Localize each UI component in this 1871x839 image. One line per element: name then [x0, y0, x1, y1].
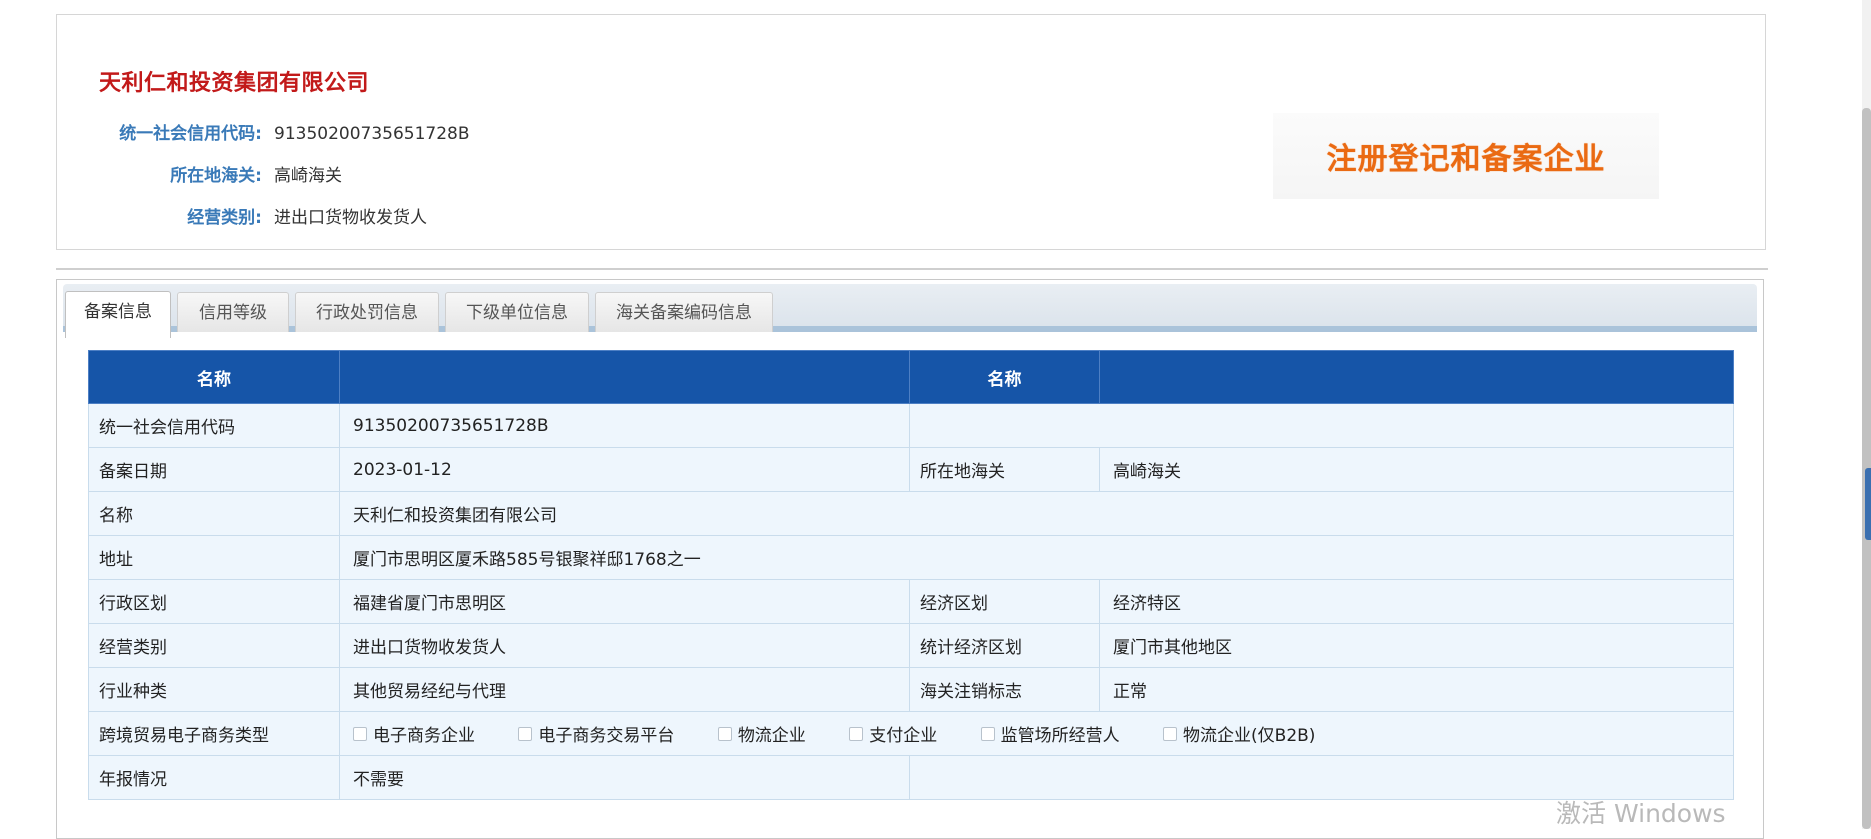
- supervised-site-operator-checkbox[interactable]: [980, 726, 995, 741]
- header-name-2: 名称: [909, 350, 1100, 404]
- table-row: 行政区划 福建省厦门市思明区 经济区划 经济特区: [88, 579, 1734, 624]
- windows-activation-watermark: 激活 Windows: [1556, 799, 1726, 828]
- info-label-credit-code: 统一社会信用代码:: [119, 124, 262, 144]
- info-row-business-type: 经营类别: 进出口货物收发货人: [57, 205, 427, 231]
- checkbox-label: 电子商务交易平台: [538, 726, 675, 746]
- row-value-credit-code: 91350200735651728B: [339, 403, 910, 448]
- row-label-industry: 行业种类: [88, 667, 340, 712]
- table-row: 备案日期 2023-01-12 所在地海关 高崎海关: [88, 447, 1734, 492]
- info-value-business-type: 进出口货物收发货人: [274, 208, 427, 228]
- row-label-name: 名称: [88, 491, 340, 536]
- ecommerce-option: 物流企业: [717, 721, 806, 746]
- tab-administrative-penalty[interactable]: 行政处罚信息: [295, 292, 439, 332]
- tab-subordinate-units[interactable]: 下级单位信息: [445, 292, 589, 332]
- ecommerce-option: 支付企业: [849, 721, 937, 746]
- row-label-address: 地址: [88, 535, 340, 580]
- table-row: 跨境贸易电子商务类型 电子商务企业 电子商务交易平台 物流企业 支付企业 监管场…: [88, 711, 1734, 756]
- section-divider: [56, 268, 1768, 270]
- row-label-credit-code: 统一社会信用代码: [88, 403, 340, 448]
- table-row: 行业种类 其他贸易经纪与代理 海关注销标志 正常: [88, 667, 1734, 712]
- header-name-1: 名称: [88, 350, 340, 404]
- row-label-statistical-region: 统计经济区划: [909, 623, 1100, 668]
- table-header-row: 名称 名称: [88, 350, 1734, 404]
- ecommerce-option: 电子商务交易平台: [518, 721, 674, 746]
- row-value-customs: 高崎海关: [1099, 447, 1734, 492]
- row-label-filing-date: 备案日期: [88, 447, 340, 492]
- payment-enterprise-checkbox[interactable]: [849, 726, 864, 741]
- table-row: 年报情况 不需要: [88, 755, 1734, 800]
- row-value-annual-report: 不需要: [339, 755, 910, 800]
- row-label-business-type: 经营类别: [88, 623, 340, 668]
- row-value-deregistration-flag: 正常: [1099, 667, 1734, 712]
- table-row: 名称 天利仁和投资集团有限公司: [88, 491, 1734, 536]
- info-label-business-type: 经营类别:: [187, 208, 262, 228]
- row-label-economic-region: 经济区划: [909, 579, 1100, 624]
- row-value-admin-region: 福建省厦门市思明区: [339, 579, 910, 624]
- row-value-statistical-region: 厦门市其他地区: [1099, 623, 1734, 668]
- info-value-customs: 高崎海关: [274, 166, 342, 186]
- row-label-annual-report: 年报情况: [88, 755, 340, 800]
- ecommerce-platform-checkbox[interactable]: [518, 726, 533, 741]
- logistics-b2b-checkbox[interactable]: [1163, 726, 1178, 741]
- side-panel-handle[interactable]: [1865, 468, 1871, 540]
- info-row-customs: 所在地海关: 高崎海关: [57, 163, 342, 189]
- row-value-address: 厦门市思明区厦禾路585号银聚祥邸1768之一: [339, 535, 1734, 580]
- tab-filing-info[interactable]: 备案信息: [65, 291, 171, 338]
- row-empty-cell: [909, 403, 1734, 448]
- detail-panel: 备案信息 信用等级 行政处罚信息 下级单位信息 海关备案编码信息 名称 名称 统…: [56, 279, 1764, 839]
- row-label-ecommerce-type: 跨境贸易电子商务类型: [88, 711, 340, 756]
- tab-credit-rating[interactable]: 信用等级: [177, 292, 289, 332]
- company-title: 天利仁和投资集团有限公司: [99, 71, 370, 96]
- checkbox-label: 物流企业: [737, 726, 806, 746]
- table-row: 经营类别 进出口货物收发货人 统计经济区划 厦门市其他地区: [88, 623, 1734, 668]
- row-label-customs: 所在地海关: [909, 447, 1100, 492]
- filing-info-table: 名称 名称 统一社会信用代码 91350200735651728B 备案日期 2…: [88, 350, 1734, 800]
- tab-customs-filing-codes[interactable]: 海关备案编码信息: [595, 292, 773, 332]
- info-label-customs: 所在地海关:: [170, 166, 262, 186]
- table-row: 统一社会信用代码 91350200735651728B: [88, 403, 1734, 448]
- row-value-filing-date: 2023-01-12: [339, 447, 910, 492]
- row-value-industry: 其他贸易经纪与代理: [339, 667, 910, 712]
- ecommerce-enterprise-checkbox[interactable]: [353, 726, 367, 741]
- row-label-admin-region: 行政区划: [88, 579, 340, 624]
- row-value-name: 天利仁和投资集团有限公司: [339, 491, 1734, 536]
- registration-status-stamp: 注册登记和备案企业: [1273, 113, 1659, 199]
- ecommerce-type-options: 电子商务企业 电子商务交易平台 物流企业 支付企业 监管场所经营人 物流企业(仅…: [339, 711, 1734, 756]
- checkbox-label: 支付企业: [869, 726, 938, 746]
- info-value-credit-code: 91350200735651728B: [274, 124, 470, 144]
- row-value-business-type: 进出口货物收发货人: [339, 623, 910, 668]
- ecommerce-option: 物流企业(仅B2B): [1163, 721, 1315, 746]
- vertical-scrollbar[interactable]: [1862, 0, 1871, 829]
- row-label-deregistration-flag: 海关注销标志: [909, 667, 1100, 712]
- tab-bar: 备案信息 信用等级 行政处罚信息 下级单位信息 海关备案编码信息: [63, 284, 1757, 338]
- checkbox-label: 监管场所经营人: [1000, 726, 1120, 746]
- ecommerce-option: 电子商务企业: [353, 721, 475, 746]
- logistics-enterprise-checkbox[interactable]: [717, 726, 732, 741]
- table-row: 地址 厦门市思明区厦禾路585号银聚祥邸1768之一: [88, 535, 1734, 580]
- header-value-2: [1099, 350, 1734, 404]
- company-summary-card: 天利仁和投资集团有限公司 统一社会信用代码: 91350200735651728B…: [56, 14, 1766, 250]
- row-value-economic-region: 经济特区: [1099, 579, 1734, 624]
- header-value-1: [339, 350, 910, 404]
- ecommerce-option: 监管场所经营人: [980, 721, 1120, 746]
- checkbox-label: 电子商务企业: [373, 726, 475, 746]
- row-empty-cell: [909, 755, 1734, 800]
- checkbox-label: 物流企业(仅B2B): [1183, 726, 1316, 746]
- info-row-credit-code: 统一社会信用代码: 91350200735651728B: [57, 121, 470, 147]
